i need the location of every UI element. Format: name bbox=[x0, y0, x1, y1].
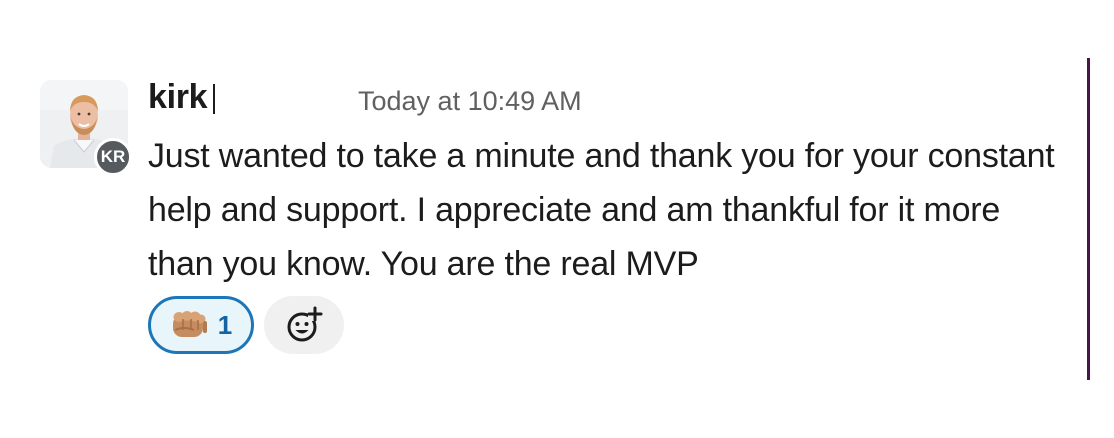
avatar-group[interactable]: KR bbox=[40, 80, 132, 176]
reaction-button[interactable]: 1 bbox=[148, 296, 254, 354]
add-reaction-button[interactable] bbox=[264, 296, 344, 354]
oncoming-fist-emoji-icon bbox=[170, 308, 208, 342]
slack-message-view: KR kirk Today at 10:49 AM Just wanted to… bbox=[0, 0, 1114, 438]
reaction-bar: 1 bbox=[148, 294, 344, 356]
reaction-count: 1 bbox=[217, 309, 233, 340]
message-header: kirk Today at 10:49 AM bbox=[148, 78, 1068, 122]
message-timestamp[interactable]: Today at 10:49 AM bbox=[358, 86, 582, 117]
add-reaction-icon bbox=[287, 306, 323, 342]
author-name[interactable]: kirk bbox=[148, 78, 208, 117]
text-cursor bbox=[213, 84, 215, 114]
message-body: Just wanted to take a minute and thank y… bbox=[148, 137, 1055, 283]
user-initials-badge: KR bbox=[94, 138, 132, 176]
thread-divider bbox=[1087, 58, 1090, 380]
message-content: kirk Today at 10:49 AM Just wanted to ta… bbox=[148, 78, 1068, 354]
